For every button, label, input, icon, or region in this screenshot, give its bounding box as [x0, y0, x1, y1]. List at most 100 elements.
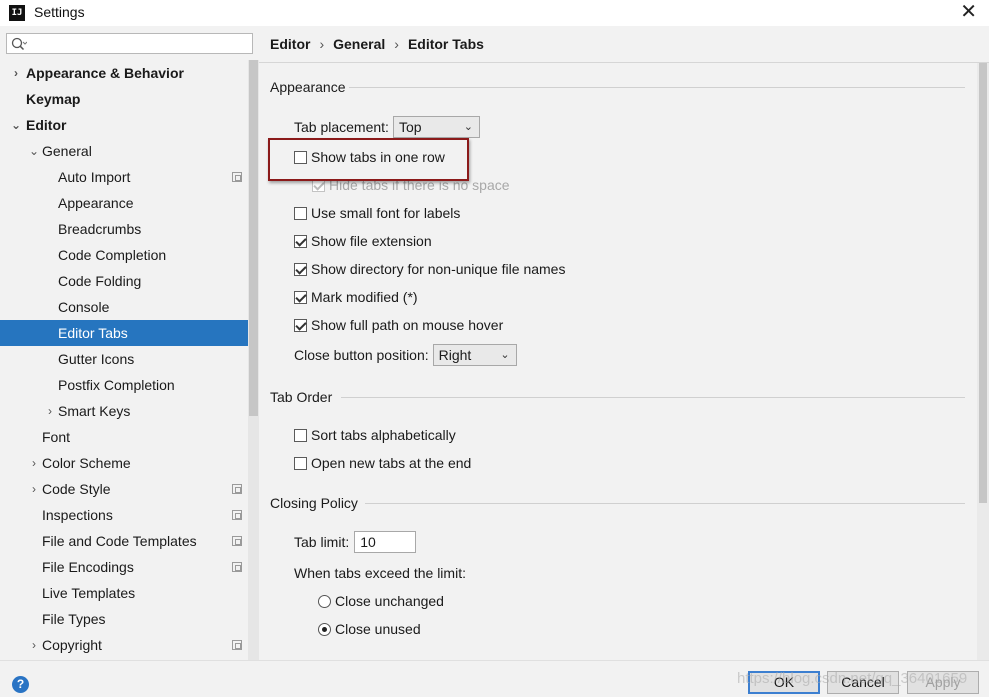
- tree-item-gutter-icons[interactable]: Gutter Icons: [0, 346, 248, 372]
- tree-item-console[interactable]: Console: [0, 294, 248, 320]
- tree-item-appearance-and-behavior[interactable]: › Appearance & Behavior: [0, 60, 248, 86]
- tree-item-editor[interactable]: ⌄ Editor: [0, 112, 248, 138]
- tree-scrollbar[interactable]: [248, 60, 259, 660]
- chevron-down-icon: ⌄: [463, 121, 473, 133]
- tree-item-font[interactable]: Font: [0, 424, 248, 450]
- open-at-end-option[interactable]: Open new tabs at the end: [294, 455, 471, 471]
- tree-item-auto-import[interactable]: Auto Import: [0, 164, 248, 190]
- content-scrollbar[interactable]: [977, 63, 989, 660]
- tree-item-live-templates[interactable]: Live Templates: [0, 580, 248, 606]
- tree-item-label: File and Code Templates: [42, 533, 197, 549]
- open-at-end-checkbox[interactable]: [294, 456, 307, 470]
- tree-item-label: Editor: [26, 117, 67, 133]
- content-scrollbar-thumb[interactable]: [979, 63, 987, 503]
- tree-item-color-scheme[interactable]: › Color Scheme: [0, 450, 248, 476]
- tree-item-label: Color Scheme: [42, 455, 131, 471]
- tree-item-label: Appearance & Behavior: [26, 65, 184, 81]
- section-tab-order-title: Tab Order: [270, 389, 333, 405]
- open-at-end-label: Open new tabs at the end: [311, 455, 472, 471]
- watermark-text: https://blog.csdn.net/qq_36401659: [737, 670, 968, 687]
- sort-alphabetically-label: Sort tabs alphabetically: [311, 427, 456, 443]
- help-icon[interactable]: ?: [12, 676, 29, 693]
- tree-item-label: File Types: [42, 611, 106, 627]
- chevron-right-icon[interactable]: ›: [28, 476, 40, 502]
- tree-item-label: Font: [42, 429, 71, 445]
- close-unused-label: Close unused: [335, 621, 421, 637]
- tree-item-keymap[interactable]: Keymap: [0, 86, 248, 112]
- tree-item-editor-tabs[interactable]: Editor Tabs: [0, 320, 259, 346]
- project-scope-icon: [232, 484, 242, 494]
- title-bar: IJ Settings ✕: [0, 0, 989, 26]
- file-extension-option[interactable]: Show file extension: [294, 233, 432, 249]
- tree-item-breadcrumbs[interactable]: Breadcrumbs: [0, 216, 248, 242]
- full-path-hover-label: Show full path on mouse hover: [311, 317, 504, 333]
- tree-scrollbar-thumb[interactable]: [249, 60, 258, 416]
- tree-item-file-encodings[interactable]: File Encodings: [0, 554, 248, 580]
- tree-item-copyright[interactable]: › Copyright: [0, 632, 248, 658]
- tab-placement-dropdown[interactable]: Top ⌄: [392, 116, 480, 138]
- section-divider: [341, 397, 965, 398]
- annotation-highlight-box: [268, 138, 469, 181]
- mark-modified-option[interactable]: Mark modified (*): [294, 289, 418, 305]
- chevron-right-icon[interactable]: ›: [28, 632, 40, 658]
- close-unused-option[interactable]: Close unused: [318, 621, 421, 637]
- search-icon: [11, 37, 27, 51]
- chevron-right-icon[interactable]: ›: [10, 60, 22, 86]
- tree-item-code-folding[interactable]: Code Folding: [0, 268, 248, 294]
- section-divider: [349, 87, 965, 88]
- chevron-right-icon[interactable]: ›: [28, 450, 40, 476]
- tree-item-smart-keys[interactable]: › Smart Keys: [0, 398, 248, 424]
- tree-item-label: Gutter Icons: [58, 351, 135, 367]
- project-scope-icon: [232, 510, 242, 520]
- small-font-option[interactable]: Use small font for labels: [294, 205, 460, 221]
- close-unused-radio[interactable]: [318, 622, 331, 636]
- chevron-down-icon[interactable]: ⌄: [28, 138, 40, 164]
- close-button-position-dropdown[interactable]: Right ⌄: [432, 344, 517, 366]
- directory-non-unique-checkbox[interactable]: [294, 262, 307, 276]
- project-scope-icon: [232, 640, 242, 650]
- full-path-hover-checkbox[interactable]: [294, 318, 307, 332]
- close-unchanged-radio[interactable]: [318, 594, 331, 608]
- project-scope-icon: [232, 536, 242, 546]
- sort-alphabetically-checkbox[interactable]: [294, 428, 307, 442]
- file-extension-label: Show file extension: [311, 233, 432, 249]
- close-window-button[interactable]: ✕: [960, 1, 977, 23]
- tree-item-file-types[interactable]: File Types: [0, 606, 248, 632]
- project-scope-icon: [232, 172, 242, 182]
- tree-item-label: General: [42, 143, 92, 159]
- breadcrumb-editor[interactable]: Editor: [270, 36, 310, 52]
- close-unchanged-option[interactable]: Close unchanged: [318, 593, 444, 609]
- close-button-position-row: Close button position: Right ⌄: [294, 344, 517, 366]
- tree-item-code-completion[interactable]: Code Completion: [0, 242, 248, 268]
- tab-limit-input[interactable]: 10: [354, 531, 417, 553]
- close-unchanged-label: Close unchanged: [335, 593, 444, 609]
- project-scope-icon: [232, 562, 242, 572]
- mark-modified-label: Mark modified (*): [311, 289, 418, 305]
- chevron-right-icon[interactable]: ›: [44, 398, 56, 424]
- tree-item-label: Appearance: [58, 195, 134, 211]
- mark-modified-checkbox[interactable]: [294, 290, 307, 304]
- tree-item-label: Live Templates: [42, 585, 136, 601]
- tree-item-appearance[interactable]: Appearance: [0, 190, 248, 216]
- tree-item-general[interactable]: ⌄ General: [0, 138, 248, 164]
- chevron-down-icon[interactable]: ⌄: [10, 112, 22, 138]
- tree-item-code-style[interactable]: › Code Style: [0, 476, 248, 502]
- full-path-hover-option[interactable]: Show full path on mouse hover: [294, 317, 503, 333]
- directory-non-unique-option[interactable]: Show directory for non-unique file names: [294, 261, 565, 277]
- dialog-button-bar: ? OK Cancel Apply https://blog.csdn.net/…: [0, 660, 989, 697]
- sort-alphabetically-option[interactable]: Sort tabs alphabetically: [294, 427, 456, 443]
- tree-item-label: Code Style: [42, 481, 111, 497]
- file-extension-checkbox[interactable]: [294, 234, 307, 248]
- search-input[interactable]: [31, 35, 249, 52]
- directory-non-unique-label: Show directory for non-unique file names: [311, 261, 566, 277]
- tree-item-label: Auto Import: [58, 169, 131, 185]
- tree-item-inspections[interactable]: Inspections: [0, 502, 248, 528]
- breadcrumb-general[interactable]: General: [333, 36, 385, 52]
- tree-item-label: Console: [58, 299, 110, 315]
- small-font-checkbox[interactable]: [294, 206, 307, 220]
- tree-item-file-and-code-templates[interactable]: File and Code Templates: [0, 528, 248, 554]
- tree-item-postfix-completion[interactable]: Postfix Completion: [0, 372, 248, 398]
- breadcrumb-separator: ›: [394, 36, 399, 52]
- search-box[interactable]: [6, 33, 253, 54]
- section-appearance-title: Appearance: [270, 79, 346, 95]
